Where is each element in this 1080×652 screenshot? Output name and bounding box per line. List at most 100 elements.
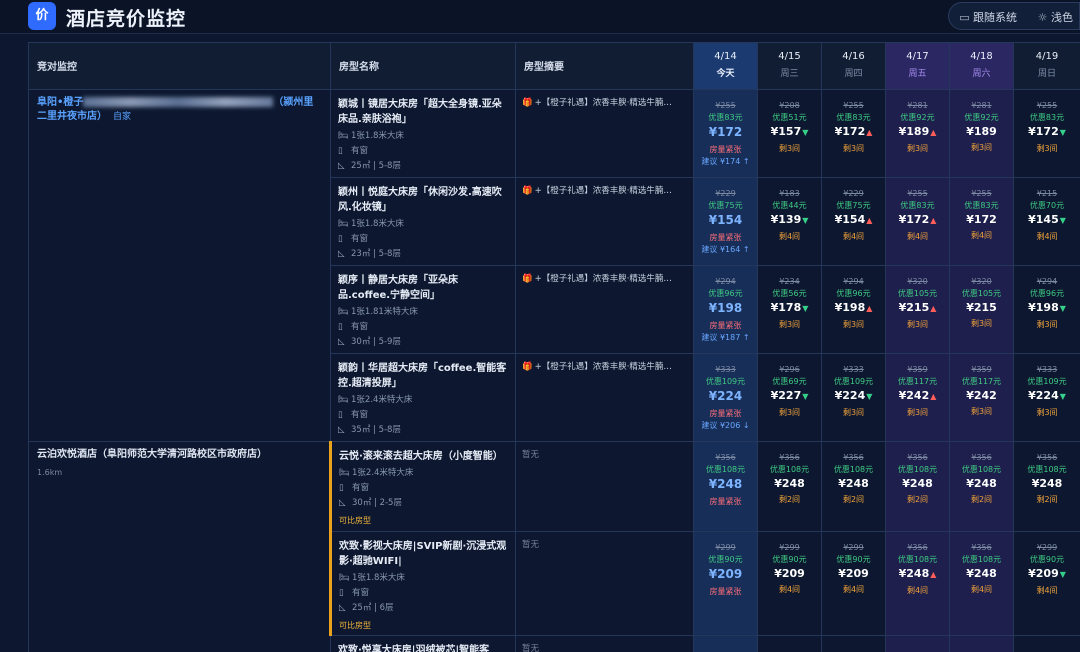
room-name: 颖城丨镜居大床房「超大全身镜.亚朵床品.亲肤浴袍」 bbox=[338, 99, 502, 125]
theme-light-label: 浅色 bbox=[1051, 11, 1073, 24]
price-cell[interactable]: ¥294 优惠96元 ¥198▲ 剩3间 bbox=[821, 265, 886, 354]
price-cell[interactable]: ¥215 优惠70元 ¥145▼ 剩4间 bbox=[1013, 177, 1080, 266]
price-cell[interactable]: ¥255 优惠83元 ¥172▲ 剩4间 bbox=[885, 177, 950, 266]
original-price: ¥255 bbox=[907, 189, 928, 198]
price-cell[interactable]: ¥359 优惠117元 ¥242 剩3间 bbox=[949, 353, 1014, 442]
price-cell[interactable]: ¥356 优惠108元 ¥248 剩2间 bbox=[757, 441, 822, 532]
hotel-cell[interactable]: 阜阳•橙子 （颍州里二里井夜市店） 自家 bbox=[28, 89, 331, 442]
room-summary-cell[interactable]: 🎁 +【橙子礼遇】浓香丰腴·精选牛腩… bbox=[515, 353, 694, 442]
hotel-name[interactable]: 云泊欢悦酒店（阜阳师范大学清河路校区市政府店） bbox=[37, 448, 321, 462]
column-header-date[interactable]: 4/16 周四 bbox=[821, 42, 886, 90]
monitor-table-container[interactable]: 竞对监控 房型名称 房型摘要 4/14 今天 4/15 周三 4/16 周四 4/17 周五 4… bbox=[28, 42, 1080, 652]
price-content bbox=[950, 636, 1013, 646]
theme-follow-system-button[interactable]: ▭ 跟随系统 bbox=[959, 9, 1017, 25]
original-price: ¥229 bbox=[843, 189, 864, 198]
room-summary-cell[interactable]: 🎁 +【橙子礼遇】浓香丰腴·精选牛腩… bbox=[515, 89, 694, 178]
price-content: ¥356 优惠108元 ¥248 剩2间 bbox=[758, 442, 821, 506]
room-cell[interactable]: 颖序丨静居大床房「亚朵床品.coffee.宁静空间」 🛏 1张1.81米特大床 ▯ 有窗… bbox=[330, 265, 516, 354]
hotel-name[interactable]: 阜阳•橙子 （颍州里二里井夜市店） 自家 bbox=[37, 96, 322, 124]
bed-icon: 🛏 bbox=[339, 573, 350, 583]
rooms-remaining: 剩3间 bbox=[906, 320, 929, 329]
room-summary-cell[interactable]: 暂无 bbox=[515, 531, 694, 636]
current-price: ¥189▲ bbox=[886, 124, 949, 140]
hotel-cell[interactable]: 云泊欢悦酒店（阜阳师范大学清河路校区市政府店） 1.6km bbox=[28, 441, 331, 652]
price-cell[interactable]: ¥255 优惠83元 ¥172▼ 剩3间 bbox=[1013, 89, 1080, 178]
price-cell[interactable]: ¥320 优惠105元 ¥215 剩3间 bbox=[949, 265, 1014, 354]
rooms-remaining: 剩3间 bbox=[970, 143, 993, 152]
room-bed-text: 1张1.8米大床 bbox=[351, 219, 404, 229]
room-cell[interactable]: 云悦·滚来滚去超大床房（小度智能） 🛏 1张2.4米特大床 ▯ 有窗 ◺ 30㎡ | 2-5… bbox=[329, 441, 516, 532]
price-cell[interactable] bbox=[1013, 635, 1080, 652]
discount-amount: 优惠96元 bbox=[836, 289, 871, 298]
price-cell[interactable]: ¥299 优惠90元 ¥209 剩4间 bbox=[821, 531, 886, 636]
price-content: ¥356 优惠108元 ¥248 剩2间 bbox=[950, 442, 1013, 506]
price-cell[interactable]: ¥294 优惠96元 ¥198 房量紧张 建议 ¥187 ↑ bbox=[693, 265, 758, 354]
price-cell[interactable]: ¥208 优惠51元 ¥157▼ 剩3间 bbox=[757, 89, 822, 178]
column-header-date[interactable]: 4/17 周五 bbox=[885, 42, 950, 90]
room-summary-cell[interactable]: 暂无 bbox=[515, 441, 694, 532]
price-cell[interactable]: ¥229 优惠75元 ¥154▲ 剩4间 bbox=[821, 177, 886, 266]
discount-amount: 优惠90元 bbox=[836, 555, 871, 564]
room-cell[interactable]: 欢致·影视大床房|SVIP新剧·沉浸式观影·超驰WIFI| 🛏 1张1.8米大床 ▯ 有… bbox=[329, 531, 516, 636]
original-price: ¥299 bbox=[715, 543, 736, 552]
top-bar: 价 酒店竞价监控 ▭ 跟随系统 ☼ 浅色 bbox=[0, 0, 1080, 34]
price-cell[interactable]: ¥183 优惠44元 ¥139▼ 剩4间 bbox=[757, 177, 822, 266]
price-cell[interactable]: ¥281 优惠92元 ¥189 剩3间 bbox=[949, 89, 1014, 178]
price-cell[interactable]: ¥359 优惠117元 ¥242▲ 剩3间 bbox=[885, 353, 950, 442]
price-cell[interactable]: ¥320 优惠105元 ¥215▲ 剩3间 bbox=[885, 265, 950, 354]
price-cell[interactable] bbox=[693, 635, 758, 652]
price-cell[interactable] bbox=[885, 635, 950, 652]
room-status-badge: 房量紧张 bbox=[709, 145, 742, 154]
price-cell[interactable]: ¥356 优惠108元 ¥248 剩4间 bbox=[949, 531, 1014, 636]
price-cell[interactable]: ¥356 优惠108元 ¥248 剩2间 bbox=[1013, 441, 1080, 532]
price-cell[interactable]: ¥356 优惠108元 ¥248 剩2间 bbox=[885, 441, 950, 532]
column-header-date[interactable]: 4/18 周六 bbox=[949, 42, 1014, 90]
room-cell[interactable]: 欢致·悦享大床房|羽绒被芯|智能客 bbox=[330, 635, 516, 652]
rooms-remaining: 剩2间 bbox=[906, 495, 929, 504]
bed-icon: 🛏 bbox=[338, 131, 349, 141]
price-cell[interactable]: ¥356 优惠108元 ¥248▲ 剩4间 bbox=[885, 531, 950, 636]
price-cell[interactable]: ¥333 优惠109元 ¥224▼ 剩3间 bbox=[1013, 353, 1080, 442]
room-summary-cell[interactable]: 🎁 +【橙子礼遇】浓香丰腴·精选牛腩… bbox=[515, 177, 694, 266]
price-cell[interactable] bbox=[821, 635, 886, 652]
price-cell[interactable]: ¥333 优惠109元 ¥224▼ 剩3间 bbox=[821, 353, 886, 442]
column-header-date[interactable]: 4/15 周三 bbox=[757, 42, 822, 90]
price-content bbox=[1014, 636, 1080, 646]
current-price: ¥157▼ bbox=[758, 124, 821, 140]
room-cell[interactable]: 颖城丨镜居大床房「超大全身镜.亚朵床品.亲肤浴袍」 🛏 1张1.8米大床 ▯ 有窗 ◺ 25… bbox=[330, 89, 516, 178]
column-header-date[interactable]: 4/19 周日 bbox=[1013, 42, 1080, 90]
original-price: ¥215 bbox=[1036, 189, 1058, 198]
price-cell[interactable]: ¥255 优惠83元 ¥172▲ 剩3间 bbox=[821, 89, 886, 178]
column-header-date[interactable]: 4/14 今天 bbox=[693, 42, 758, 90]
current-price: ¥209▼ bbox=[1014, 566, 1080, 582]
price-cell[interactable]: ¥299 优惠90元 ¥209 房量紧张 bbox=[693, 531, 758, 636]
current-price-value: ¥209 bbox=[774, 567, 805, 580]
price-cell[interactable]: ¥333 优惠109元 ¥224 房量紧张 建议 ¥206 ↓ bbox=[693, 353, 758, 442]
price-cell[interactable]: ¥255 优惠83元 ¥172 房量紧张 建议 ¥174 ↑ bbox=[693, 89, 758, 178]
room-cell[interactable]: 颖韵丨华居超大床房「coffee.智能客控.超清投屏」 🛏 1张2.4米特大床 ▯ 有窗… bbox=[330, 353, 516, 442]
theme-light-button[interactable]: ☼ 浅色 bbox=[1037, 9, 1073, 25]
price-cell[interactable] bbox=[949, 635, 1014, 652]
price-cell[interactable]: ¥229 优惠75元 ¥154 房量紧张 建议 ¥164 ↑ bbox=[693, 177, 758, 266]
window-icon: ▯ bbox=[338, 322, 343, 332]
price-cell[interactable] bbox=[757, 635, 822, 652]
price-cell[interactable]: ¥299 优惠90元 ¥209▼ 剩4间 bbox=[1013, 531, 1080, 636]
price-cell[interactable]: ¥296 优惠69元 ¥227▼ 剩3间 bbox=[757, 353, 822, 442]
room-summary-cell[interactable]: 暂无 bbox=[515, 635, 694, 652]
trend-down-icon: ▼ bbox=[802, 216, 809, 225]
price-cell[interactable]: ¥299 优惠90元 ¥209 剩4间 bbox=[757, 531, 822, 636]
price-cell[interactable]: ¥255 优惠83元 ¥172 剩4间 bbox=[949, 177, 1014, 266]
price-cell[interactable]: ¥356 优惠108元 ¥248 房量紧张 bbox=[693, 441, 758, 532]
price-cell[interactable]: ¥294 优惠96元 ¥198▼ 剩3间 bbox=[1013, 265, 1080, 354]
price-cell[interactable]: ¥356 优惠108元 ¥248 剩2间 bbox=[821, 441, 886, 532]
original-price: ¥299 bbox=[1036, 543, 1058, 552]
room-cell[interactable]: 颖州丨悦庭大床房「休闲沙发.高速吹风.化妆镜」 🛏 1张1.8米大床 ▯ 有窗 ◺ 23㎡ … bbox=[330, 177, 516, 266]
price-cell[interactable]: ¥234 优惠56元 ¥178▼ 剩3间 bbox=[757, 265, 822, 354]
original-price: ¥333 bbox=[1036, 365, 1058, 374]
price-cell[interactable]: ¥281 优惠92元 ¥189▲ 剩3间 bbox=[885, 89, 950, 178]
price-cell[interactable]: ¥356 优惠108元 ¥248 剩2间 bbox=[949, 441, 1014, 532]
rooms-remaining: 剩4间 bbox=[1036, 586, 1058, 595]
room-summary-cell[interactable]: 🎁 +【橙子礼遇】浓香丰腴·精选牛腩… bbox=[515, 265, 694, 354]
discount-amount: 优惠44元 bbox=[772, 201, 807, 210]
rooms-remaining: 剩3间 bbox=[778, 408, 801, 417]
